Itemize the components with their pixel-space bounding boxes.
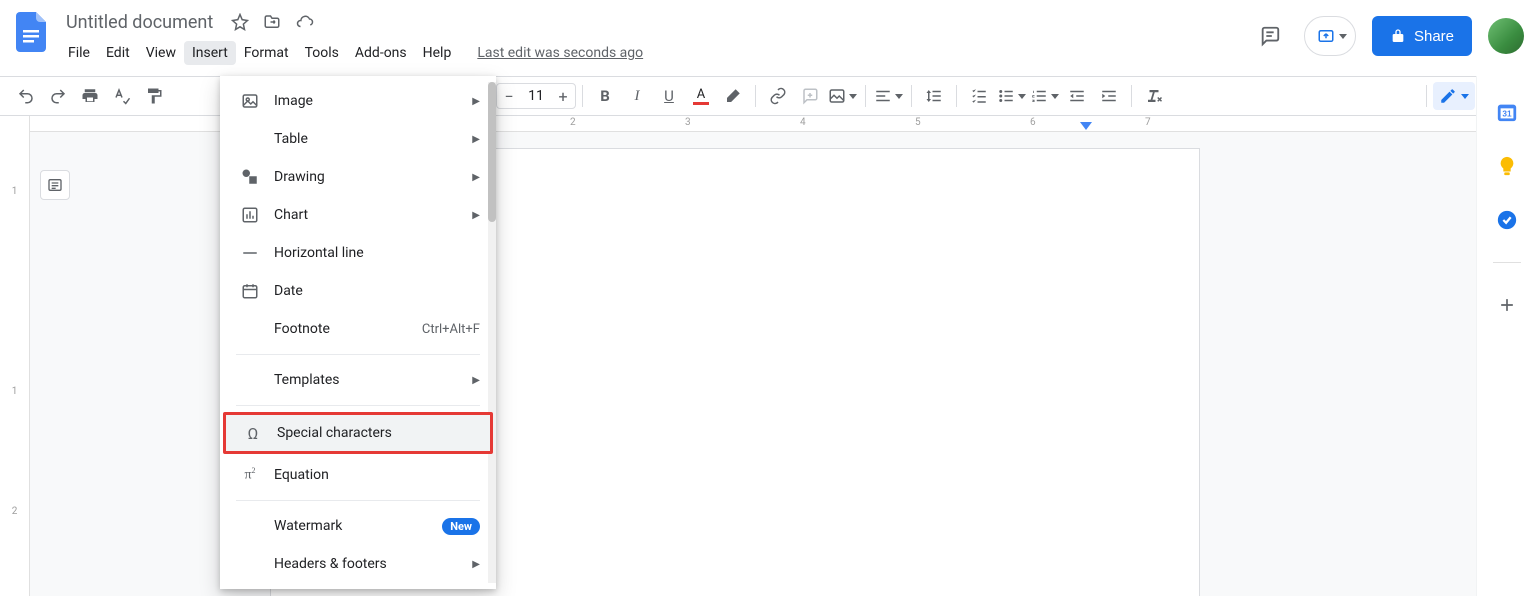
move-icon[interactable]: [263, 13, 281, 31]
calendar-addon-icon[interactable]: 31: [1495, 100, 1519, 124]
svg-text:31: 31: [1502, 110, 1512, 119]
avatar[interactable]: [1488, 18, 1524, 54]
hline-icon: [236, 244, 264, 262]
insert-image-button[interactable]: [828, 82, 857, 110]
date-icon: [236, 282, 264, 300]
last-edit-link[interactable]: Last edit was seconds ago: [477, 45, 643, 61]
comments-icon[interactable]: [1252, 18, 1288, 54]
star-icon[interactable]: [231, 13, 249, 31]
pi-icon: π2: [236, 466, 264, 484]
menu-insert[interactable]: Insert: [184, 41, 236, 65]
increase-indent-button[interactable]: [1095, 82, 1123, 110]
menu-divider: [236, 500, 480, 501]
spellcheck-button[interactable]: [108, 82, 136, 110]
share-button[interactable]: Share: [1372, 16, 1472, 56]
menu-file[interactable]: File: [60, 41, 98, 65]
insert-footnote-item[interactable]: Footnote Ctrl+Alt+F: [220, 310, 496, 348]
keep-addon-icon[interactable]: [1495, 154, 1519, 178]
right-indent-marker[interactable]: [1080, 122, 1092, 132]
highlight-button[interactable]: [719, 82, 747, 110]
bold-button[interactable]: B: [591, 82, 619, 110]
menu-format[interactable]: Format: [236, 41, 297, 65]
new-badge: New: [442, 518, 480, 535]
insert-link-button[interactable]: [764, 82, 792, 110]
insert-horizontal-line-item[interactable]: Horizontal line: [220, 234, 496, 272]
docs-logo[interactable]: [12, 10, 52, 54]
decrease-indent-button[interactable]: [1063, 82, 1091, 110]
insert-watermark-item[interactable]: Watermark New: [220, 507, 496, 545]
insert-drawing-item[interactable]: Drawing▶: [220, 158, 496, 196]
italic-button[interactable]: I: [623, 82, 651, 110]
share-label: Share: [1414, 28, 1454, 45]
font-size-value[interactable]: 11: [521, 88, 551, 104]
cloud-icon[interactable]: [295, 13, 315, 31]
align-button[interactable]: [874, 82, 903, 110]
paint-format-button[interactable]: [140, 82, 168, 110]
menu-divider: [236, 405, 480, 406]
font-size-stepper[interactable]: − 11 +: [496, 83, 576, 109]
clear-formatting-button[interactable]: [1140, 82, 1168, 110]
increase-font-button[interactable]: +: [551, 82, 575, 110]
insert-equation-item[interactable]: π2 Equation: [220, 456, 496, 494]
insert-special-characters-item[interactable]: Ω Special characters: [223, 412, 493, 454]
get-addons-icon[interactable]: [1495, 293, 1519, 317]
decrease-font-button[interactable]: −: [497, 82, 521, 110]
menu-view[interactable]: View: [138, 41, 184, 65]
vertical-ruler: 1 1 2: [0, 116, 30, 596]
checklist-button[interactable]: [965, 82, 993, 110]
menu-tools[interactable]: Tools: [297, 41, 347, 65]
insert-chart-item[interactable]: Chart▶: [220, 196, 496, 234]
underline-button[interactable]: U: [655, 82, 683, 110]
numbered-list-button[interactable]: [1030, 82, 1059, 110]
titlebar: Untitled document File Edit View Insert …: [0, 0, 1536, 76]
insert-menu-dropdown: Image▶ Table▶ Drawing▶ Chart▶ Horizontal…: [220, 76, 496, 589]
menu-help[interactable]: Help: [415, 41, 460, 65]
insert-date-item[interactable]: Date: [220, 272, 496, 310]
insert-headers-footers-item[interactable]: Headers & footers▶: [220, 545, 496, 583]
chart-icon: [236, 206, 264, 224]
redo-button[interactable]: [44, 82, 72, 110]
insert-table-item[interactable]: Table▶: [220, 120, 496, 158]
add-comment-button[interactable]: [796, 82, 824, 110]
drawing-icon: [236, 168, 264, 186]
menu-addons[interactable]: Add-ons: [347, 41, 415, 65]
undo-button[interactable]: [12, 82, 40, 110]
print-button[interactable]: [76, 82, 104, 110]
menu-edit[interactable]: Edit: [98, 41, 138, 65]
tasks-addon-icon[interactable]: [1495, 208, 1519, 232]
side-panel: 31: [1476, 76, 1536, 596]
menubar: File Edit View Insert Format Tools Add-o…: [60, 38, 643, 68]
text-color-button[interactable]: A: [687, 82, 715, 110]
editing-mode-button[interactable]: [1433, 82, 1475, 110]
menu-divider: [236, 354, 480, 355]
insert-image-item[interactable]: Image▶: [220, 82, 496, 120]
omega-icon: Ω: [239, 424, 267, 443]
image-icon: [236, 92, 264, 110]
line-spacing-button[interactable]: [920, 82, 948, 110]
show-outline-button[interactable]: [40, 170, 70, 200]
bulleted-list-button[interactable]: [997, 82, 1026, 110]
document-title[interactable]: Untitled document: [60, 10, 219, 35]
chevron-down-icon: [1339, 34, 1347, 39]
present-button[interactable]: [1304, 16, 1356, 56]
insert-templates-item[interactable]: Templates▶: [220, 361, 496, 399]
